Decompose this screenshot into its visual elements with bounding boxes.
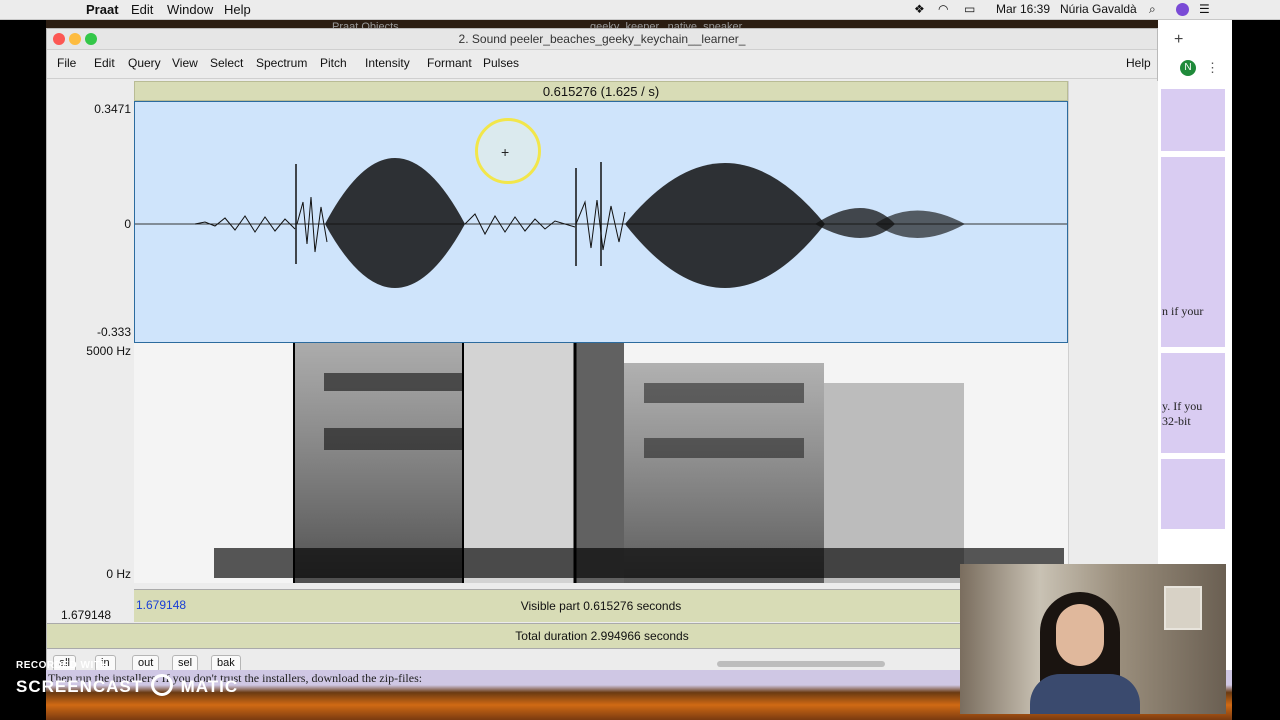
watermark-screencast: SCREENCAST <box>16 677 144 696</box>
right-margin <box>1068 81 1158 621</box>
page-text-fragment: y. If you 32-bit <box>1162 399 1203 428</box>
visible-part-bar[interactable]: 1.679148 Visible part 0.615276 seconds <box>134 589 1068 622</box>
crosshair-cursor-icon: + <box>501 144 510 160</box>
notification-center-icon[interactable]: ☰ <box>1199 2 1210 16</box>
menu-pitch[interactable]: Pitch <box>320 56 347 70</box>
page-text-fragment: n if your <box>1162 304 1204 318</box>
spectrogram-graphic <box>134 343 1068 583</box>
left-time-box: 1.679148 <box>47 589 134 622</box>
screencast-logo-icon <box>150 674 173 696</box>
menu-view[interactable]: View <box>172 56 198 70</box>
dropbox-icon[interactable]: ❖ <box>914 2 925 16</box>
spectrogram-panel[interactable] <box>134 343 1068 583</box>
lavender-block <box>1161 89 1225 151</box>
profile-avatar[interactable]: N <box>1180 60 1196 76</box>
webcam-overlay <box>960 564 1226 714</box>
menu-spectrum[interactable]: Spectrum <box>256 56 307 70</box>
watermark-line1: RECORDED WITH <box>16 660 109 671</box>
watermark-matic: MATIC <box>180 677 239 696</box>
siri-icon[interactable] <box>1176 3 1189 16</box>
visible-part-label: Visible part 0.615276 seconds <box>520 599 682 613</box>
vowel-2-waveform <box>625 163 965 288</box>
left-desktop-edge <box>0 19 46 720</box>
horizontal-scrollbar[interactable] <box>717 661 885 667</box>
search-icon[interactable]: ⌕ <box>1149 2 1156 17</box>
wave-zero-label: 0 <box>124 217 131 231</box>
screencast-watermark: RECORDED WITH SCREENCAST MATIC <box>16 660 238 697</box>
waveform-panel[interactable]: + <box>134 101 1068 343</box>
right-desktop-edge <box>1232 19 1280 720</box>
menu-intensity[interactable]: Intensity <box>365 56 410 70</box>
menu-query[interactable]: Query <box>128 56 161 70</box>
menu-edit[interactable]: Edit <box>94 56 115 70</box>
presenter-shirt <box>1030 674 1140 714</box>
menu-help[interactable]: Help <box>1126 56 1151 70</box>
new-tab-button[interactable]: + <box>1174 31 1183 49</box>
framed-picture <box>1164 586 1202 630</box>
spectrogram-max-label: 5000 Hz <box>86 344 131 358</box>
presenter-face <box>1056 604 1104 666</box>
menu-formant[interactable]: Formant <box>427 56 472 70</box>
clock[interactable]: Mar 16:39 <box>996 2 1050 16</box>
menu-select[interactable]: Select <box>210 56 243 70</box>
menu-edit[interactable]: Edit <box>131 2 153 17</box>
more-icon[interactable]: ⋮ <box>1206 60 1219 76</box>
menu-window[interactable]: Window <box>167 2 213 17</box>
vowel-1-waveform <box>325 158 465 288</box>
wave-max-label: 0.3471 <box>94 102 131 116</box>
menu-file[interactable]: File <box>57 56 76 70</box>
waveform-graphic <box>135 158 1067 288</box>
app-menu[interactable]: Praat <box>86 2 119 17</box>
spectrogram-min-label: 0 Hz <box>106 567 131 581</box>
battery-icon[interactable]: ▭ <box>964 2 975 16</box>
menu-pulses[interactable]: Pulses <box>483 56 519 70</box>
menu-help[interactable]: Help <box>224 2 251 17</box>
title-bar: 2. Sound peeler_beaches_geeky_keychain__… <box>47 29 1157 50</box>
total-duration-bar[interactable]: Total duration 2.994966 seconds <box>47 623 1068 649</box>
wifi-icon[interactable]: ◠ <box>938 2 948 16</box>
left-time-label: 1.679148 <box>61 608 112 622</box>
user-name[interactable]: Núria Gavaldà <box>1060 2 1137 16</box>
editor-menu-bar: File Edit Query View Select Spectrum Pit… <box>47 50 1157 79</box>
window-title: 2. Sound peeler_beaches_geeky_keychain__… <box>458 32 746 46</box>
wave-min-label: -0.333 <box>96 325 131 339</box>
window-duration-bar[interactable]: 0.615276 (1.625 / s) <box>134 81 1068 101</box>
macos-menubar: Praat Edit Window Help ❖ ◠ ▭ Mar 16:39 N… <box>0 0 1280 20</box>
lavender-block <box>1161 459 1225 529</box>
